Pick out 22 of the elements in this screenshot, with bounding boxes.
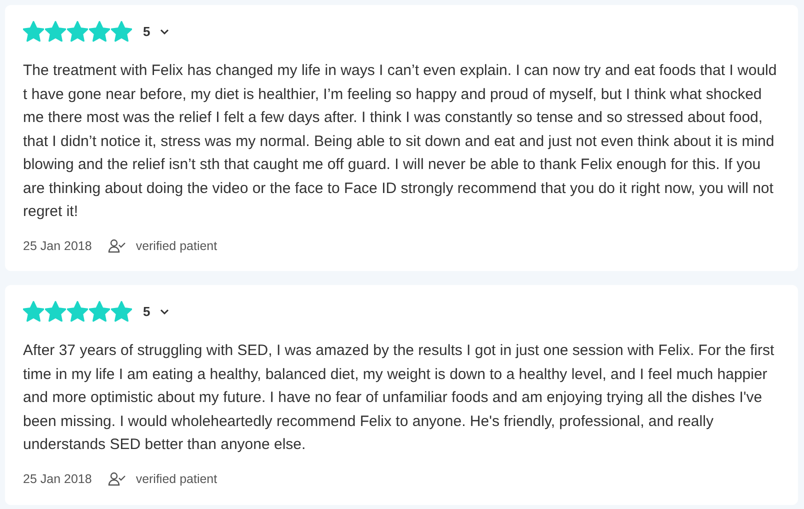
verified-label: verified patient bbox=[136, 238, 218, 255]
review-text: After 37 years of struggling with SED, I was amazed by the results I got in just one session with Felix. For the first time in my life I am eating a healthy, balanced diet, my weight is down to a healthy level, and I feel much happier and more optimistic about my future. I have no fear of unfamiliar foods and am enjoying trying all the dishes I've been missing. I would wholeheartedly recommend Felix to anyone. He's friendly, professional, and really understands SED better than anyone else. bbox=[23, 341, 776, 456]
star-icon bbox=[45, 301, 66, 322]
chevron-down-icon[interactable] bbox=[160, 308, 170, 315]
star-icon bbox=[111, 21, 132, 42]
rating-value: 5 bbox=[143, 303, 150, 321]
user-check-icon bbox=[108, 472, 126, 486]
review-text: The treatment with Felix has changed my life in ways I can’t even explain. I can now try and eat foods that I would t have gone near before, my diet is healthier, I’m feeling so happy and proud of myself, but I think what shocked me there most was the relief I felt a few days after. I think I was constantly so tense and so stressed about food, that I didn’t notice it, stress was my normal. Being able to sit down and eat and just not even think about it is mind blowing and the relief isn’t sth that caught me off guard. I will never be able to thank Felix enough for this. If you are thinking about doing the video or the face to Face ID strongly recommend that you do it right now, you will not regret it! bbox=[23, 61, 778, 222]
star-icon bbox=[45, 21, 66, 42]
review-date: 25 Jan 2018 bbox=[23, 238, 92, 254]
star-icon bbox=[111, 301, 132, 322]
user-check-icon bbox=[108, 238, 126, 253]
star-icon bbox=[67, 301, 88, 322]
star-icon bbox=[89, 301, 110, 322]
star-icon bbox=[23, 301, 44, 322]
rating-value: 5 bbox=[143, 22, 150, 41]
chevron-down-icon[interactable] bbox=[160, 28, 170, 34]
verified-label: verified patient bbox=[136, 470, 218, 488]
star-icon bbox=[23, 21, 44, 42]
star-icon bbox=[67, 21, 88, 42]
star-icon bbox=[89, 21, 110, 42]
review-date: 25 Jan 2018 bbox=[23, 470, 92, 488]
